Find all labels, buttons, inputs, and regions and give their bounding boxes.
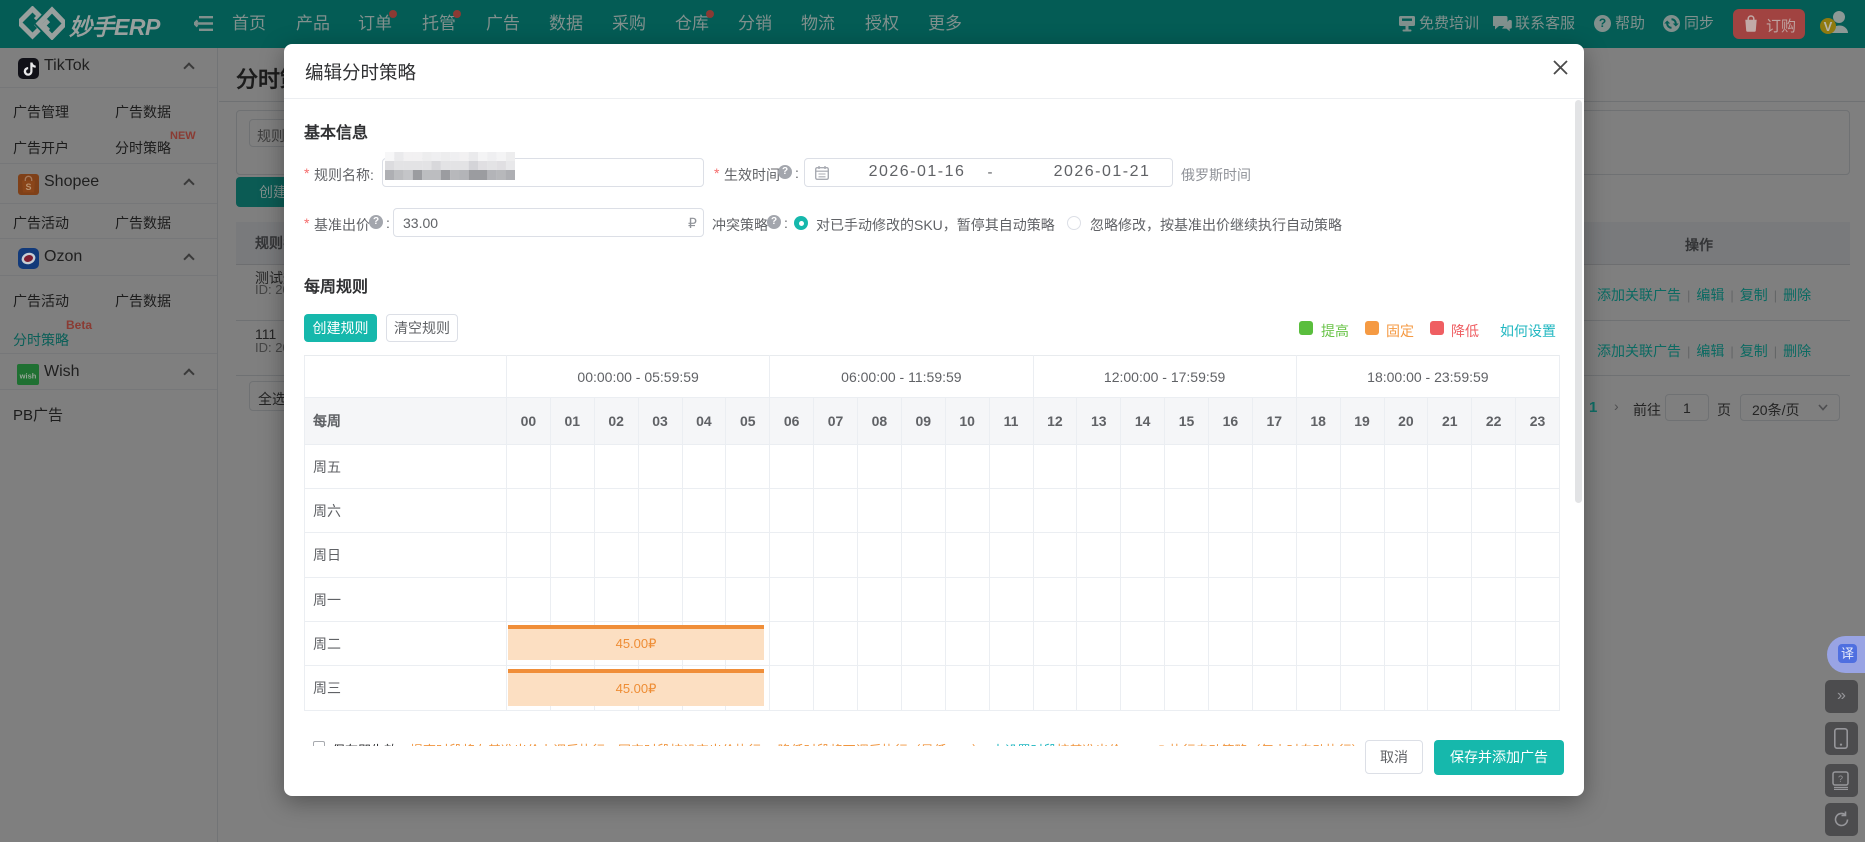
svg-text:S: S bbox=[25, 182, 31, 192]
svg-text:V: V bbox=[1824, 19, 1833, 34]
svg-text:?: ? bbox=[1838, 774, 1843, 784]
svg-text:wish: wish bbox=[19, 372, 37, 381]
